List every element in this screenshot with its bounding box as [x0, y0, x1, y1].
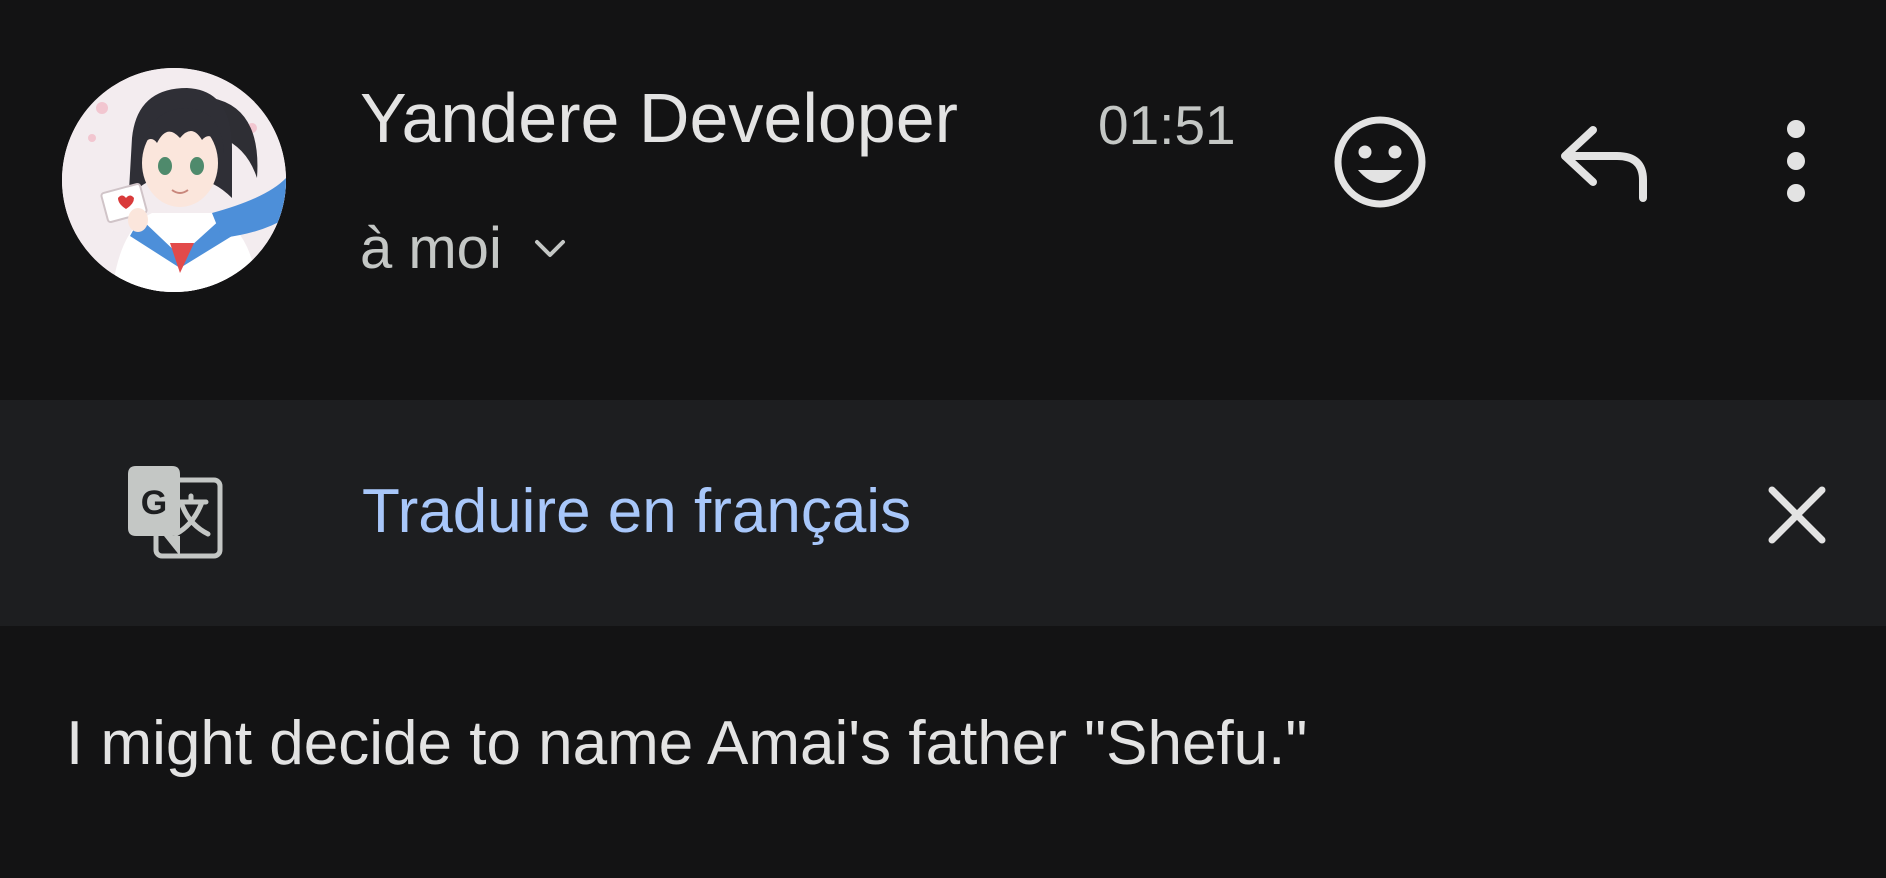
email-time: 01:51 [1098, 94, 1236, 156]
email-header: Yandere Developer 01:51 à moi [0, 0, 1886, 398]
translate-link[interactable]: Traduire en français [362, 474, 911, 550]
smiley-face-icon[interactable] [1330, 112, 1430, 212]
google-translate-icon: G [128, 466, 223, 559]
chevron-down-icon [534, 240, 565, 257]
recipient-toggle[interactable]: à moi [360, 214, 568, 284]
translate-bar: G Traduire en français [0, 400, 1886, 626]
vertical-dots-icon[interactable] [1765, 115, 1827, 207]
reply-arrow-icon[interactable] [1555, 118, 1655, 204]
recipient-label: à moi [360, 216, 502, 281]
close-icon[interactable] [1762, 480, 1832, 550]
svg-text:G: G [141, 484, 167, 522]
sender-avatar[interactable] [62, 68, 286, 292]
avatar-image [62, 68, 286, 292]
email-body: I might decide to name Amai's father "Sh… [66, 709, 1308, 778]
sender-name: Yandere Developer [360, 79, 958, 157]
